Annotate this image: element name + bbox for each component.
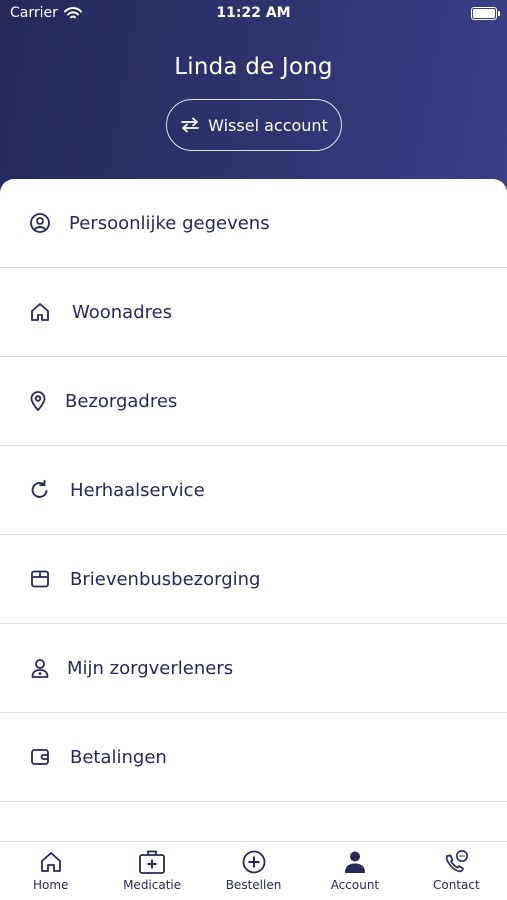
package-icon	[28, 567, 52, 591]
plus-circle-icon	[239, 848, 269, 876]
refresh-icon	[28, 478, 52, 502]
tab-bestellen[interactable]: Bestellen	[203, 842, 304, 900]
tab-label: Bestellen	[225, 878, 282, 892]
menu-label: Herhaalservice	[70, 479, 205, 501]
tab-label: Home	[32, 878, 69, 892]
switch-account-button[interactable]: Wissel account	[166, 99, 342, 151]
location-pin-icon	[26, 389, 50, 413]
menu-label: Bezorgadres	[65, 390, 178, 412]
menu-item-partial[interactable]	[0, 802, 507, 841]
menu-label: Brievenbusbezorging	[70, 568, 261, 590]
medkit-icon	[137, 848, 167, 876]
home-icon	[28, 300, 52, 324]
switch-account-label: Wissel account	[208, 115, 328, 135]
menu-item-bezorgadres[interactable]: Bezorgadres	[0, 357, 507, 446]
menu-item-persoonlijke-gegevens[interactable]: Persoonlijke gegevens	[0, 179, 507, 268]
account-name: Linda de Jong	[174, 54, 333, 80]
menu-item-brievenbusbezorging[interactable]: Brievenbusbezorging	[0, 535, 507, 624]
account-header: Carrier 11:22 AM Linda de Jong Wissel ac…	[0, 0, 507, 200]
menu-label: Betalingen	[70, 746, 167, 768]
menu-item-mijn-zorgverleners[interactable]: Mijn zorgverleners	[0, 624, 507, 713]
menu-label: Mijn zorgverleners	[67, 657, 234, 679]
menu-label: Woonadres	[72, 301, 173, 323]
tab-account[interactable]: Account	[304, 842, 405, 900]
menu-item-herhaalservice[interactable]: Herhaalservice	[0, 446, 507, 535]
status-bar: Carrier 11:22 AM	[0, 0, 507, 28]
tab-medicatie[interactable]: Medicatie	[101, 842, 202, 900]
tab-label: Medicatie	[123, 878, 182, 892]
tab-home[interactable]: Home	[0, 842, 101, 900]
doctor-icon	[28, 656, 52, 680]
clock: 11:22 AM	[216, 5, 291, 21]
home-icon	[36, 848, 66, 876]
tab-label: Account	[330, 878, 380, 892]
wallet-icon	[28, 745, 52, 769]
tab-bar: Home Medicatie Bestellen Account Contact	[0, 841, 507, 900]
person-icon	[340, 848, 370, 876]
swap-arrows-icon	[181, 117, 200, 133]
menu-item-betalingen[interactable]: Betalingen	[0, 713, 507, 802]
tab-label: Contact	[432, 878, 480, 892]
tab-contact[interactable]: Contact	[406, 842, 507, 900]
account-menu: Persoonlijke gegevens Woonadres Bezorgad…	[0, 179, 507, 841]
menu-label: Persoonlijke gegevens	[69, 212, 270, 234]
phone-chat-icon	[441, 848, 471, 876]
menu-item-woonadres[interactable]: Woonadres	[0, 268, 507, 357]
battery-icon	[471, 7, 500, 20]
user-circle-icon	[28, 211, 52, 235]
